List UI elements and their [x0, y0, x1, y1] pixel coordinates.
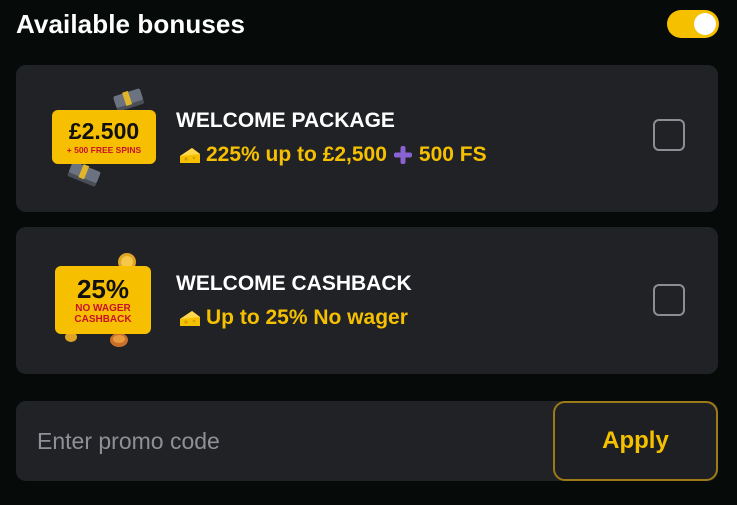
- plus-icon: [393, 146, 412, 164]
- bonus-title: WELCOME PACKAGE: [176, 109, 395, 132]
- promo-code-bar: Apply: [16, 401, 718, 481]
- bonus-checkbox[interactable]: [653, 119, 685, 151]
- page-title: Available bonuses: [16, 8, 246, 39]
- bonus-card-welcome-cashback[interactable]: 25% NO WAGER CASHBACK WELCOME CASHBACK U…: [16, 227, 718, 374]
- bonuses-toggle[interactable]: [667, 10, 719, 38]
- bonus-desc-offer: 225% up to £2,500: [206, 143, 387, 166]
- bonus-desc-spins: 500 FS: [418, 143, 487, 166]
- bonus-desc-offer: Up to 25% No wager: [206, 306, 408, 329]
- bonus-title: WELCOME CASHBACK: [176, 272, 412, 295]
- bonus-badge: £2.500 + 500 FREE SPINS: [52, 110, 156, 164]
- cheese-icon: [180, 148, 200, 163]
- cash-stack-icon: [67, 161, 101, 187]
- badge-amount: 25%: [76, 274, 130, 304]
- bonus-badge: 25% NO WAGER CASHBACK: [55, 266, 151, 334]
- bonus-checkbox[interactable]: [653, 284, 685, 316]
- bonuses-header: Available bonuses: [16, 6, 719, 42]
- badge-subtitle: NO WAGER: [75, 303, 131, 314]
- cheese-icon: [180, 311, 200, 326]
- toggle-knob: [694, 13, 716, 35]
- badge-amount: £2.500: [68, 118, 140, 144]
- badge-subtitle: CASHBACK: [74, 314, 132, 325]
- bonus-card-welcome-package[interactable]: £2.500 + 500 FREE SPINS WELCOME PACKAGE …: [16, 65, 718, 212]
- bonus-description: 225% up to £2,500 500 FS: [178, 143, 487, 167]
- bonus-description: Up to 25% No wager: [178, 306, 408, 330]
- apply-button[interactable]: Apply: [553, 401, 718, 481]
- promo-code-input[interactable]: [16, 401, 552, 481]
- badge-subtitle: + 500 FREE SPINS: [66, 145, 142, 155]
